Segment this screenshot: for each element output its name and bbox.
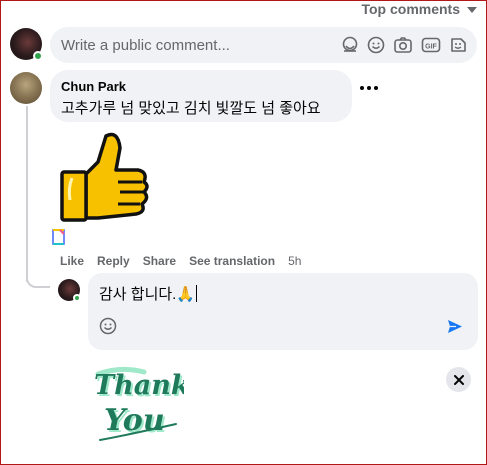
reply-input-text-wrap: 감사 합니다.🙏 xyxy=(99,283,198,304)
send-icon[interactable] xyxy=(447,319,463,339)
emoji-icon[interactable] xyxy=(367,36,385,54)
reply-button[interactable]: Reply xyxy=(97,254,130,268)
share-button[interactable]: Share xyxy=(143,254,176,268)
svg-text:GIF: GIF xyxy=(425,43,437,50)
comment-input-placeholder: Write a public comment... xyxy=(61,36,230,54)
comment-input[interactable]: Write a public comment... GIF xyxy=(50,27,477,63)
emoji-icon[interactable] xyxy=(99,317,117,340)
more-dot xyxy=(374,86,378,90)
reply-user-avatar[interactable] xyxy=(58,279,81,302)
thread-connector xyxy=(26,270,50,288)
comment-text: 고추가루 넘 맞있고 김치 빛깔도 넘 좋아요 xyxy=(61,100,321,117)
see-translation-link[interactable]: See translation xyxy=(189,254,275,268)
more-dot xyxy=(367,86,371,90)
thank-you-sticker: Thank Thank You You xyxy=(92,362,192,449)
caret-down-icon xyxy=(467,7,477,13)
comment-author[interactable]: Chun Park xyxy=(61,79,341,94)
sort-comments-button[interactable]: Top comments xyxy=(361,1,477,17)
avatar-sticker-icon[interactable] xyxy=(341,36,359,54)
close-icon xyxy=(453,374,464,385)
thread-line xyxy=(26,106,28,282)
gif-icon[interactable]: GIF xyxy=(421,36,441,54)
reply-input[interactable]: 감사 합니다.🙏 xyxy=(88,273,478,350)
comment-input-tools: GIF xyxy=(341,36,467,54)
comment-timestamp[interactable]: 5h xyxy=(288,254,301,268)
current-user-avatar[interactable] xyxy=(10,28,43,61)
camera-icon[interactable] xyxy=(393,36,413,54)
thank-text: Thank xyxy=(94,370,184,401)
commenter-avatar[interactable] xyxy=(10,72,42,104)
text-cursor xyxy=(196,285,198,302)
thumbs-up-sticker xyxy=(58,128,154,233)
sort-label: Top comments xyxy=(361,1,460,17)
like-button[interactable]: Like xyxy=(60,254,84,268)
more-options-button[interactable] xyxy=(360,86,378,90)
online-status-dot xyxy=(73,294,81,302)
comment-actions: Like Reply Share See translation 5h xyxy=(60,254,301,268)
comment-bubble: Chun Park 고추가루 넘 맞있고 김치 빛깔도 넘 좋아요 xyxy=(50,70,352,122)
remove-attachment-button[interactable] xyxy=(446,367,471,392)
reply-input-text: 감사 합니다.🙏 xyxy=(99,286,196,303)
sticker-preview-icon xyxy=(51,228,67,251)
sticker-icon[interactable] xyxy=(449,36,467,54)
online-status-dot xyxy=(33,51,43,61)
more-dot xyxy=(360,86,364,90)
